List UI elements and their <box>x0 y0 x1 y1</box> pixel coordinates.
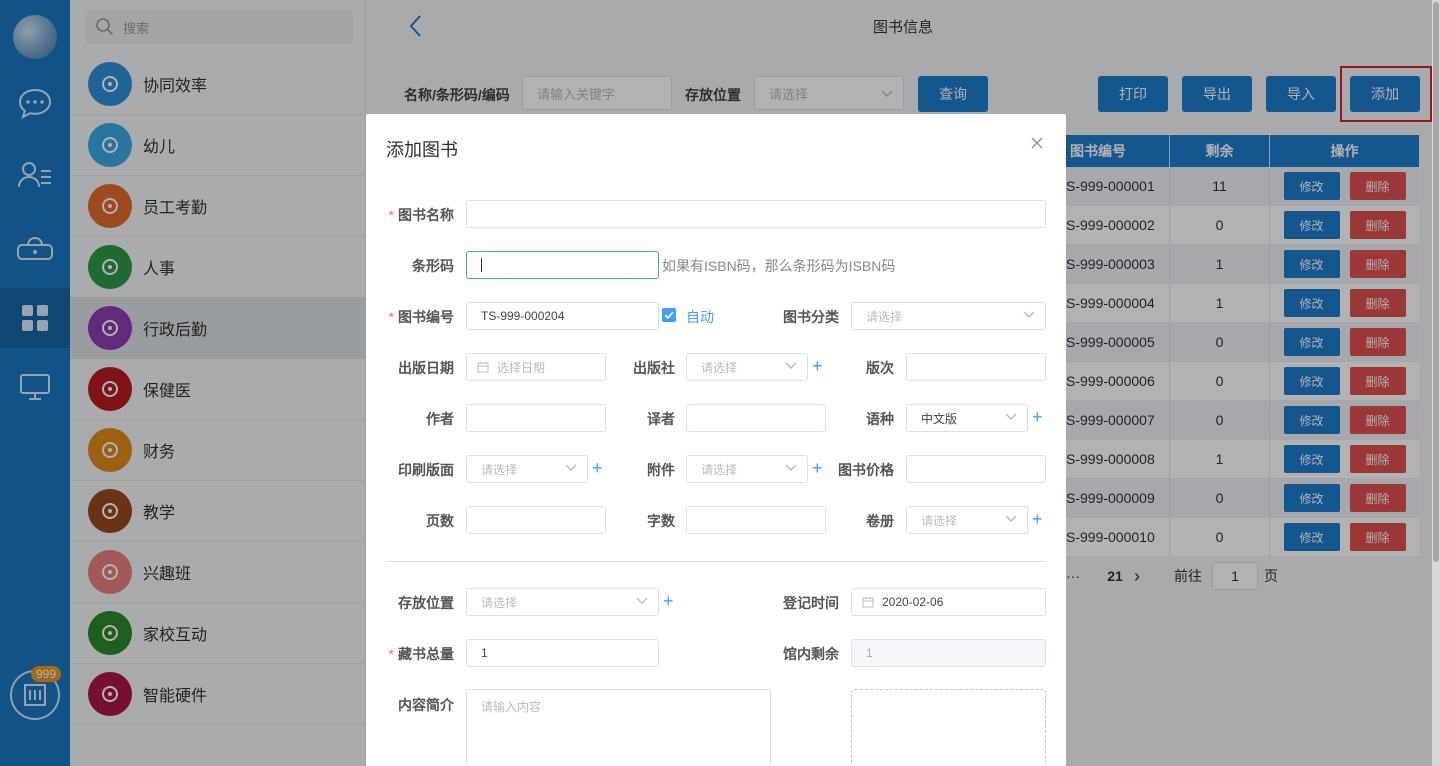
words-input[interactable] <box>686 506 826 534</box>
storage-label: 存放位置 <box>398 595 454 611</box>
book-name-input[interactable] <box>466 200 1046 228</box>
translator-label: 译者 <box>647 411 675 427</box>
pages-input[interactable] <box>466 506 606 534</box>
dialog-title: 添加图书 <box>386 140 458 160</box>
add-attachment-icon[interactable]: + <box>812 459 823 477</box>
storage-select[interactable]: 请选择 <box>466 588 659 616</box>
auto-label[interactable]: 自动 <box>686 307 714 327</box>
add-publisher-icon[interactable]: + <box>812 357 823 375</box>
chevron-down-icon <box>785 362 797 369</box>
storage-placeholder: 请选择 <box>481 595 518 610</box>
language-select[interactable]: 中文版 <box>906 404 1028 432</box>
calendar-icon <box>862 597 874 608</box>
barcode-label: 条形码 <box>412 258 454 274</box>
translator-input[interactable] <box>686 404 826 432</box>
publisher-placeholder: 请选择 <box>701 360 738 375</box>
barcode-input[interactable] <box>466 251 659 279</box>
pages-label: 页数 <box>426 513 454 529</box>
chevron-down-icon <box>636 597 648 604</box>
scrollbar-thumb[interactable] <box>1433 2 1439 562</box>
words-label: 字数 <box>647 513 675 529</box>
chevron-down-icon <box>565 464 577 471</box>
auto-checkbox[interactable] <box>662 308 676 322</box>
add-book-dialog: 添加图书 图书名称 条形码 如果有ISBN码，那么条形码为ISBN码 图书编号 … <box>366 114 1066 766</box>
print-layout-label: 印刷版面 <box>398 462 454 478</box>
edition-input[interactable] <box>906 353 1046 381</box>
add-language-icon[interactable]: + <box>1032 408 1043 426</box>
barcode-hint: 如果有ISBN码，那么条形码为ISBN码 <box>662 258 896 274</box>
pub-date-placeholder: 选择日期 <box>497 360 546 375</box>
volume-placeholder: 请选择 <box>921 513 958 528</box>
author-label: 作者 <box>426 411 454 427</box>
price-input[interactable] <box>906 455 1046 483</box>
edition-label: 版次 <box>866 360 894 376</box>
register-time-input[interactable]: 2020-02-06 <box>851 588 1046 616</box>
language-label: 语种 <box>866 411 894 427</box>
add-volume-icon[interactable]: + <box>1032 510 1043 528</box>
chevron-down-icon <box>1005 413 1017 420</box>
add-storage-icon[interactable]: + <box>663 592 674 610</box>
book-code-label: 图书编号 <box>386 307 454 327</box>
register-time-value: 2020-02-06 <box>882 595 944 609</box>
add-print-layout-icon[interactable]: + <box>592 459 603 477</box>
pub-date-input[interactable]: 选择日期 <box>466 353 606 381</box>
publisher-label: 出版社 <box>633 360 675 376</box>
category-select[interactable]: 请选择 <box>851 302 1046 330</box>
attachment-placeholder: 请选择 <box>701 462 738 477</box>
pub-date-label: 出版日期 <box>398 360 454 376</box>
cover-upload-area[interactable] <box>851 689 1046 766</box>
print-layout-select[interactable]: 请选择 <box>466 455 588 483</box>
total-label: 藏书总量 <box>386 644 454 664</box>
volume-label: 卷册 <box>866 513 894 529</box>
book-code-input[interactable]: TS-999-000204 <box>466 302 659 330</box>
total-input[interactable]: 1 <box>466 639 659 667</box>
remaining-input: 1 <box>851 639 1046 667</box>
summary-textarea[interactable]: 请输入内容 <box>466 689 771 766</box>
price-label: 图书价格 <box>838 462 894 478</box>
publisher-select[interactable]: 请选择 <box>686 353 808 381</box>
attachment-label: 附件 <box>647 462 675 478</box>
print-layout-placeholder: 请选择 <box>481 462 518 477</box>
section-divider <box>386 561 1046 562</box>
chevron-down-icon <box>1023 311 1035 318</box>
register-time-label: 登记时间 <box>783 595 839 611</box>
chevron-down-icon <box>1005 515 1017 522</box>
author-input[interactable] <box>466 404 606 432</box>
close-icon[interactable] <box>1031 137 1043 149</box>
calendar-icon <box>477 362 489 373</box>
book-name-label: 图书名称 <box>386 205 454 225</box>
page-scrollbar[interactable] <box>1432 0 1440 766</box>
chevron-down-icon <box>785 464 797 471</box>
language-value: 中文版 <box>921 411 958 426</box>
remaining-label: 馆内剩余 <box>783 646 839 662</box>
text-cursor <box>481 258 482 272</box>
attachment-select[interactable]: 请选择 <box>686 455 808 483</box>
volume-select[interactable]: 请选择 <box>906 506 1028 534</box>
summary-label: 内容简介 <box>398 697 454 713</box>
check-icon <box>664 311 674 319</box>
category-placeholder: 请选择 <box>866 309 903 324</box>
category-label: 图书分类 <box>783 309 839 325</box>
